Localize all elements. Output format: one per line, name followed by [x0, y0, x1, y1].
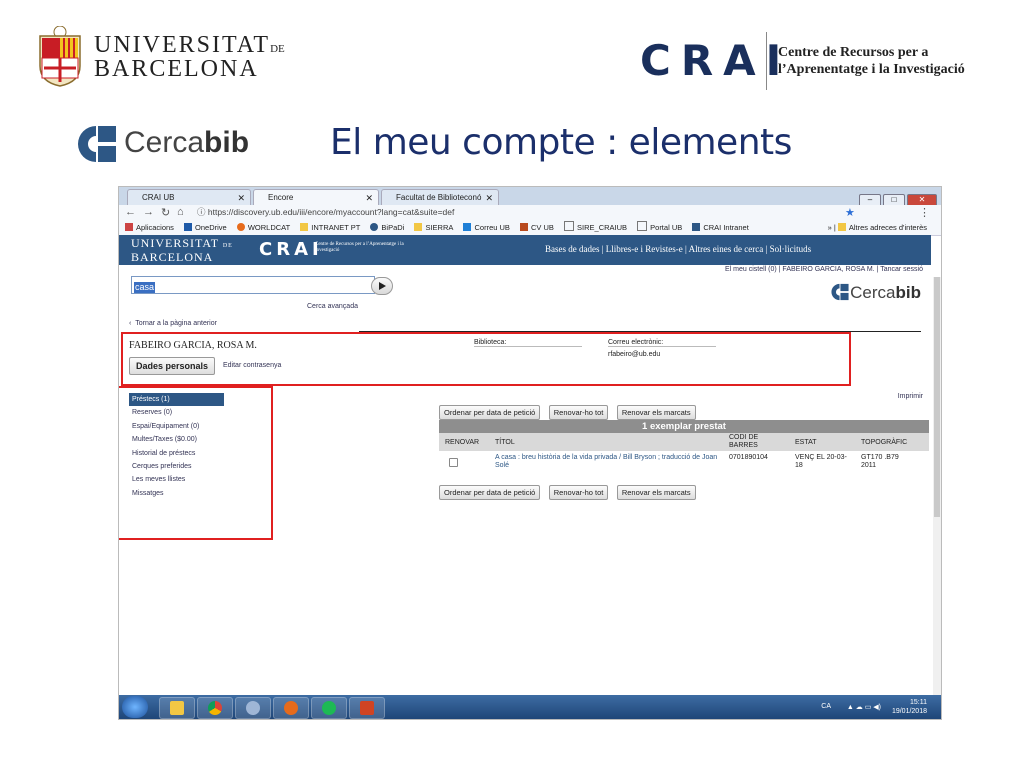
cercabib-icon — [831, 283, 849, 301]
bookmark-correu-ub[interactable]: Correu UB — [463, 221, 510, 235]
ub-name-line2: BARCELONA — [94, 56, 259, 82]
renew-checkbox[interactable] — [449, 458, 458, 467]
bookmark-aplicacions[interactable]: Aplicacions — [125, 221, 174, 235]
taskbar-spotify[interactable] — [311, 697, 347, 719]
ub-name-line1: UNIVERSITAT — [94, 32, 271, 58]
menu-icon[interactable]: ⋮ — [919, 206, 930, 219]
reload-icon[interactable]: ↻ — [161, 206, 170, 219]
bookmark-cv-ub[interactable]: CV UB — [520, 221, 554, 235]
print-link[interactable]: Imprimir — [898, 393, 923, 400]
slide-title: El meu compte : elements — [330, 122, 792, 163]
bookmark-sierra[interactable]: SIERRA — [414, 221, 453, 235]
close-tab-icon[interactable]: ✕ — [365, 190, 373, 206]
spotify-icon — [322, 701, 336, 715]
col-codi-barres: CODI DE BARRES — [729, 434, 759, 449]
bookmark-portal-ub[interactable]: Portal UB — [637, 221, 682, 235]
table-row: A casa : breu història de la vida privad… — [439, 452, 929, 476]
tab-bar: CRAI UB ✕ Encore ✕ Facultat de Bibliotecon… — [119, 187, 941, 207]
renew-marked-button[interactable]: Renovar els marcats — [616, 405, 696, 420]
search-go-button[interactable] — [371, 277, 393, 295]
loan-title-link[interactable]: A casa : breu història de la vida privad… — [495, 454, 719, 470]
crai-desc-line2: l’Aprenentatge i la Investigació — [778, 62, 965, 77]
firefox-icon — [284, 701, 298, 715]
universitat-barcelona-logo: UNIVERSITATDE BARCELONA — [36, 26, 291, 90]
close-tab-icon[interactable]: ✕ — [237, 190, 245, 206]
user-links[interactable]: El meu cistell (0) | FABEIRO GARCIA, ROS… — [725, 266, 923, 273]
loans-column-headers: RENOVAR TÍTOL CODI DE BARRES ESTAT TOPOG… — [439, 433, 929, 451]
cercabib-site-logo: Cercabib — [830, 283, 921, 303]
highlight-personal-info — [121, 332, 851, 386]
loan-actions-bottom: Ordenar per data de petició Renovar-ho t… — [439, 482, 700, 500]
back-arrow-icon[interactable]: ← — [125, 206, 136, 218]
crai-desc-line1: Centre de Recursos per a — [778, 45, 929, 60]
back-link[interactable]: ‹ Tornar a la pàgina anterior — [129, 320, 217, 327]
bookmark-bipadi[interactable]: BiPaDi — [370, 221, 404, 235]
close-tab-icon[interactable]: ✕ — [485, 190, 493, 206]
crai-logo: CRAI — [640, 36, 792, 85]
folder-icon — [170, 701, 184, 715]
tab-crai-ub[interactable]: CRAI UB ✕ — [127, 189, 251, 205]
col-titol: TÍTOL — [495, 439, 515, 446]
cercabib-logo-icon — [78, 126, 116, 162]
site-crai-description: Centre de Recursos per a l’Aprenentatge … — [315, 242, 404, 253]
loans-table-title: 1 exemplar prestat — [439, 420, 929, 433]
scrollbar[interactable] — [933, 277, 941, 717]
crai-divider — [766, 32, 767, 90]
bookmark-onedrive[interactable]: OneDrive — [184, 221, 227, 235]
tab-facultat[interactable]: Facultat de Biblioteconó ✕ — [381, 189, 499, 205]
taskbar-powerpoint[interactable] — [349, 697, 385, 719]
site-ub-logo[interactable]: UNIVERSITAT DE BARCELONA — [131, 237, 233, 263]
cercabib-wordmark: Cercabib — [124, 126, 250, 159]
taskbar-explorer[interactable] — [159, 697, 195, 719]
site-header: UNIVERSITAT DE BARCELONA CRAI Centre de R… — [119, 235, 931, 265]
loan-actions-top: Ordenar per data de petició Renovar-ho t… — [439, 402, 700, 420]
tab-encore[interactable]: Encore ✕ — [253, 189, 379, 205]
taskbar-chrome[interactable] — [197, 697, 233, 719]
taskbar-app[interactable] — [235, 697, 271, 719]
crai-description: Centre de Recursos per a l’Aprenentatge … — [778, 44, 965, 78]
sort-by-date-button[interactable]: Ordenar per data de petició — [439, 485, 541, 500]
sort-by-date-button[interactable]: Ordenar per data de petició — [439, 405, 541, 420]
address-bar: ← → ↻ ⌂ ⓘ https://discovery.ub.edu/iii/e… — [119, 205, 941, 221]
renew-marked-button[interactable]: Renovar els marcats — [616, 485, 696, 500]
renew-all-button[interactable]: Renovar-ho tot — [548, 485, 609, 500]
scrollbar-thumb[interactable] — [934, 277, 940, 517]
renew-all-button[interactable]: Renovar-ho tot — [548, 405, 609, 420]
app-icon — [246, 701, 260, 715]
bookmark-intranet-pt[interactable]: INTRANET PT — [300, 221, 360, 235]
forward-arrow-icon[interactable]: → — [143, 206, 154, 218]
highlight-sidenav — [119, 386, 273, 540]
loan-barcode: 0701890104 — [729, 454, 768, 461]
bookmarks-bar: Aplicacions OneDrive WORLDCAT INTRANET P… — [119, 221, 941, 236]
ub-de: DE — [270, 43, 285, 55]
loan-call-number: GT170 .B79 2011 — [861, 454, 899, 469]
bookmark-altres-adreces[interactable]: » | Altres adreces d'interès — [828, 221, 927, 235]
star-icon[interactable]: ★ — [845, 206, 855, 219]
col-estat: ESTAT — [795, 439, 817, 446]
ub-shield-icon — [39, 26, 81, 87]
advanced-search-link[interactable]: Cerca avançada — [307, 303, 358, 310]
loan-status: VENÇ EL 20-03-18 — [795, 454, 847, 469]
powerpoint-icon — [360, 701, 374, 715]
chrome-icon — [208, 701, 222, 715]
bookmark-worldcat[interactable]: WORLDCAT — [236, 221, 290, 235]
site-main-nav[interactable]: Bases de dades | Llibres-e i Revistes-e … — [545, 244, 811, 254]
col-topografic: TOPOGRÀFIC — [861, 439, 908, 446]
browser-screenshot: CRAI UB ✕ Encore ✕ Facultat de Bibliotecon… — [118, 186, 942, 720]
url-field[interactable]: ⓘ https://discovery.ub.edu/iii/encore/my… — [197, 206, 837, 219]
bookmark-sire-craiub[interactable]: SIRE_CRAIUB — [564, 221, 627, 235]
home-icon[interactable]: ⌂ — [177, 206, 184, 218]
start-button[interactable] — [122, 696, 148, 718]
taskbar-firefox[interactable] — [273, 697, 309, 719]
search-input[interactable]: casa — [131, 276, 375, 294]
windows-taskbar: CA ▲ ☁ ▭ ◀) 15:11 19/01/2018 — [119, 695, 941, 719]
language-indicator[interactable]: CA — [821, 703, 831, 710]
col-renovar: RENOVAR — [445, 439, 480, 446]
clock[interactable]: 15:11 19/01/2018 — [892, 698, 927, 716]
site-crai-logo[interactable]: CRAI — [259, 239, 323, 260]
bookmark-crai-intranet[interactable]: CRAI Intranet — [692, 221, 749, 235]
tray-icons[interactable]: ▲ ☁ ▭ ◀) — [847, 703, 881, 711]
